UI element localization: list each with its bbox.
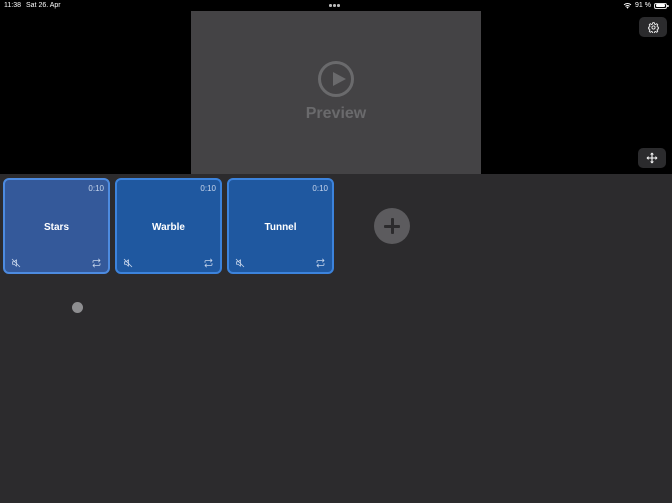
move-arrows-icon [646,152,658,164]
status-time: 11:38 [4,2,21,9]
speaker-muted-icon[interactable] [123,258,133,268]
add-clip-button[interactable] [374,208,410,244]
status-date: Sat 26. Apr [26,2,61,9]
preview-label: Preview [305,105,367,122]
loop-icon[interactable] [91,258,102,268]
clip-card-tunnel[interactable]: 0:10 Tunnel [227,178,334,274]
timeline-area[interactable]: 0:10 Stars 0:10 Warble 0:10 Tunnel [0,174,672,503]
settings-button[interactable] [639,17,667,37]
clip-duration: 0:10 [200,184,216,193]
gear-icon [647,21,659,33]
preview-panel[interactable]: Preview [191,11,481,174]
clip-card-stars[interactable]: 0:10 Stars [3,178,110,274]
status-right: 91 % [623,0,669,11]
speaker-muted-icon[interactable] [11,258,21,268]
clip-title: Tunnel [264,222,297,233]
play-circle-icon[interactable] [318,61,354,97]
touch-indicator [72,302,83,313]
battery-icon [654,2,669,9]
multitasking-dots-icon[interactable] [329,4,340,7]
wifi-icon [623,2,632,9]
clip-card-warble[interactable]: 0:10 Warble [115,178,222,274]
clip-title: Stars [43,222,69,233]
battery-level [655,4,665,7]
clip-duration: 0:10 [312,184,328,193]
app-screen: 11:38 Sat 26. Apr 91 % Preview 0:10 Star… [0,0,672,503]
loop-icon[interactable] [315,258,326,268]
move-button[interactable] [638,148,666,168]
battery-percentage: 91 % [635,2,651,9]
loop-icon[interactable] [203,258,214,268]
status-left: 11:38 Sat 26. Apr [4,0,61,11]
clip-duration: 0:10 [88,184,104,193]
speaker-muted-icon[interactable] [235,258,245,268]
status-bar: 11:38 Sat 26. Apr 91 % [0,0,672,11]
clip-title: Warble [152,222,185,233]
